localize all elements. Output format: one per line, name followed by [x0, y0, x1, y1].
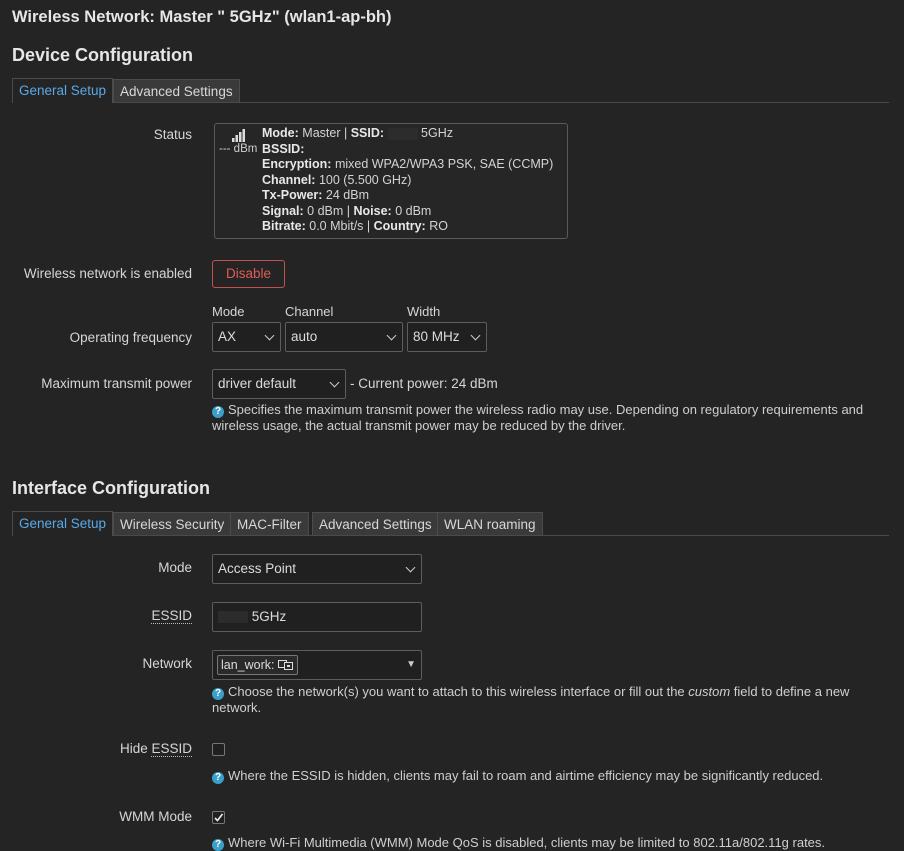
hide-essid-label: Hide ESSID: [119, 741, 192, 757]
tab-wireless-security[interactable]: Wireless Security: [113, 512, 232, 535]
chevron-down-icon: [470, 330, 481, 341]
freq-channel-value: auto: [291, 329, 318, 344]
status-label: Status: [153, 127, 192, 142]
help-icon: ?: [212, 688, 224, 700]
tab-device-general-setup[interactable]: General Setup: [12, 78, 114, 103]
signal-icon: [232, 129, 245, 142]
status-box: --- dBm Mode: Master | SSID: 5GHz BSSID:…: [214, 123, 568, 239]
txpower-value: driver default: [218, 376, 297, 391]
help-icon: ?: [212, 772, 224, 784]
tab-general-setup[interactable]: General Setup: [12, 511, 114, 536]
network-select[interactable]: lan_work: ▼: [212, 650, 422, 680]
wmm-mode-label: WMM Mode: [119, 809, 192, 824]
tab-wlan-roaming[interactable]: WLAN roaming: [437, 512, 543, 535]
freq-mode-select[interactable]: AX: [212, 322, 281, 352]
tab-advanced-settings[interactable]: Advanced Settings: [312, 512, 439, 535]
help-icon: ?: [212, 839, 224, 851]
mode-select[interactable]: Access Point: [212, 554, 422, 584]
operating-frequency-label: Operating frequency: [69, 330, 192, 345]
chevron-down-icon: [329, 377, 340, 388]
network-label: Network: [142, 656, 192, 671]
interface-config-heading: Interface Configuration: [12, 478, 211, 498]
essid-label: ESSID: [151, 608, 192, 624]
freq-width-label: Width: [407, 304, 441, 319]
device-config-heading: Device Configuration: [12, 45, 194, 65]
txpower-help: ? Specifies the maximum transmit power th…: [212, 402, 864, 433]
wireless-enabled-label: Wireless network is enabled: [23, 266, 192, 281]
chevron-down-icon: [405, 562, 416, 573]
modal-title: Wireless Network: Master " 5GHz" (wlan1-…: [12, 8, 392, 26]
freq-mode-value: AX: [218, 329, 237, 344]
hide-essid-checkbox[interactable]: [212, 743, 225, 756]
current-power-text: - Current power: 24 dBm: [350, 376, 498, 391]
freq-width-value: 80 MHz: [413, 329, 460, 344]
help-icon: ?: [212, 406, 224, 418]
signal-dbm: --- dBm: [219, 143, 258, 155]
checkmark-icon: [214, 813, 224, 822]
wmm-help: ? Where Wi-Fi Multimedia (WMM) Mode QoS i…: [212, 835, 872, 851]
freq-channel-label: Channel: [285, 304, 334, 319]
chevron-down-icon: [386, 330, 397, 341]
freq-channel-select[interactable]: auto: [285, 322, 403, 352]
txpower-select[interactable]: driver default: [212, 369, 346, 399]
status-details: Mode: Master | SSID: 5GHz BSSID: Encrypt…: [262, 126, 554, 233]
mode-value: Access Point: [218, 561, 297, 576]
mode-label: Mode: [158, 560, 192, 575]
device-config-tabs: General Setup Advanced Settings: [12, 78, 889, 103]
freq-mode-label: Mode: [212, 304, 245, 319]
max-txpower-label: Maximum transmit power: [41, 376, 192, 391]
wmm-mode-checkbox[interactable]: [212, 811, 225, 824]
hide-essid-help: ? Where the ESSID is hidden, clients may …: [212, 768, 872, 784]
network-chip[interactable]: lan_work:: [217, 655, 298, 675]
interface-config-tabs: General Setup Wireless Security MAC-Filt…: [12, 511, 889, 536]
network-help: ? Choose the network(s) you want to attac…: [212, 684, 850, 715]
wifi-network-icon: [277, 660, 293, 670]
freq-width-select[interactable]: 80 MHz: [407, 322, 487, 352]
tab-device-advanced-settings[interactable]: Advanced Settings: [113, 79, 240, 102]
tab-mac-filter[interactable]: MAC-Filter: [230, 512, 309, 535]
essid-input[interactable]: 5GHz: [212, 602, 422, 632]
disable-button[interactable]: Disable: [212, 260, 285, 288]
chevron-down-icon: [264, 330, 275, 341]
triangle-down-icon: ▼: [406, 659, 416, 670]
